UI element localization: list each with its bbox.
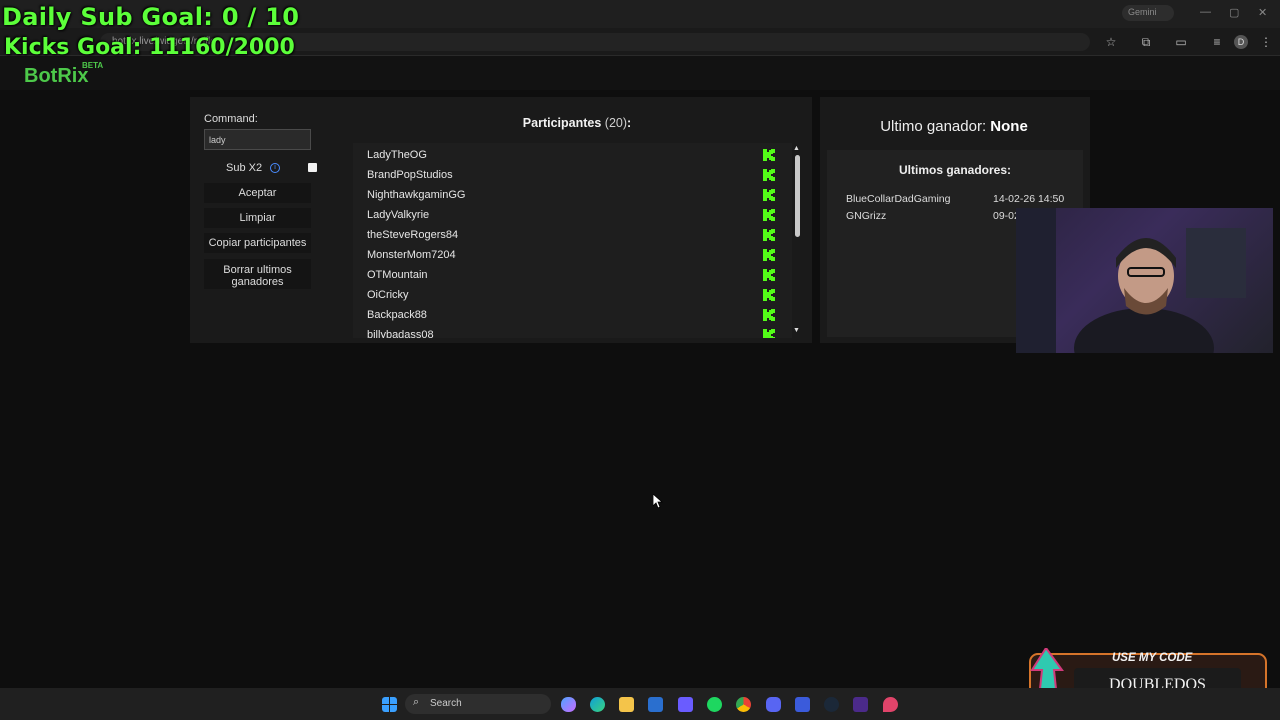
copilot-icon[interactable]	[561, 697, 576, 712]
maximize-icon[interactable]: ▢	[1229, 6, 1239, 19]
promo-label: USE MY CODE	[1112, 652, 1193, 664]
more-vert-icon[interactable]: ⋮	[1259, 35, 1273, 49]
participant-name: NighthawkgaminGG	[367, 189, 466, 201]
participant-name: billybadass08	[367, 329, 434, 338]
winner-date: 14-02-26 14:50	[993, 193, 1065, 205]
sub-x2-checkbox[interactable]	[308, 163, 317, 172]
participant-name: LadyValkyrie	[367, 209, 430, 221]
beta-badge: BETA	[82, 61, 104, 70]
accept-button[interactable]: Aceptar	[204, 183, 311, 203]
chrome-icon[interactable]	[736, 697, 751, 712]
participants-title-colon: :	[627, 116, 632, 130]
menu-lines-icon[interactable]: ≡	[1210, 35, 1224, 49]
taskbar-search[interactable]: Search	[405, 694, 551, 714]
participant-row[interactable]: Backpack88	[353, 305, 792, 325]
sub-x2-label: Sub X2	[226, 162, 263, 174]
participant-row[interactable]: theSteveRogers84	[353, 225, 792, 245]
last-winner-value: None	[990, 118, 1028, 135]
participants-list[interactable]: LadyTheOG BrandPopStudios NighthawkgaminGG…	[353, 143, 792, 338]
participant-row[interactable]: OiCricky	[353, 285, 792, 305]
participant-name: BrandPopStudios	[367, 169, 453, 181]
participants-title-label: Participantes	[522, 116, 602, 130]
app-icon[interactable]	[795, 697, 810, 712]
participant-name: MonsterMom7204	[367, 249, 456, 261]
scroll-down-icon[interactable]: ▼	[793, 327, 800, 334]
discord-icon[interactable]	[766, 697, 781, 712]
copy-participants-button[interactable]: Copiar participantes	[204, 233, 311, 253]
kick-icon	[763, 249, 775, 261]
participant-name: LadyTheOG	[367, 149, 427, 161]
kick-icon	[763, 269, 775, 281]
botrix-logo[interactable]: BotRix	[24, 65, 88, 88]
clear-button[interactable]: Limpiar	[204, 208, 311, 228]
list-scrollbar-thumb[interactable]	[795, 155, 800, 237]
delete-last-winners-button[interactable]: Borrar ultimos ganadores	[204, 259, 311, 289]
cast-icon[interactable]: ▭	[1174, 35, 1188, 49]
kicks-goal: Kicks Goal: 11160/2000	[4, 35, 295, 60]
app-header	[0, 56, 1280, 90]
recent-winners-title: Ultimos ganadores:	[898, 163, 1012, 177]
gemini-chip[interactable]: Gemini	[1122, 5, 1174, 21]
bookmark-star-icon[interactable]: ☆	[1104, 35, 1118, 49]
participant-row[interactable]: billybadass08	[353, 325, 792, 338]
daily-sub-goal: Daily Sub Goal: 0 / 10	[2, 3, 300, 31]
participant-name: theSteveRogers84	[367, 229, 459, 241]
steam-icon[interactable]	[824, 697, 839, 712]
kick-icon	[763, 229, 775, 241]
windows-start-icon[interactable]	[382, 697, 397, 712]
kick-icon	[763, 209, 775, 221]
mouse-cursor-icon	[653, 494, 663, 508]
participants-count: (20)	[604, 116, 628, 130]
screen: Gemini — ▢ ✕ botrix.live/widgets/raffle …	[0, 0, 1280, 720]
participant-row[interactable]: BrandPopStudios	[353, 165, 792, 185]
participant-name: OTMountain	[367, 269, 428, 281]
webcam-overlay	[1016, 208, 1273, 353]
winner-name: BlueCollarDadGaming	[846, 193, 951, 205]
kick-icon	[763, 329, 775, 338]
command-label: Command:	[204, 113, 258, 125]
extensions-icon[interactable]: ⧉	[1139, 35, 1153, 49]
kick-icon	[763, 169, 775, 181]
kick-icon	[763, 149, 775, 161]
app-grid-icon[interactable]	[678, 697, 693, 712]
profile-avatar[interactable]: D	[1234, 35, 1248, 49]
participant-row[interactable]: LadyValkyrie	[353, 205, 792, 225]
kick-icon	[763, 189, 775, 201]
file-explorer-icon[interactable]	[619, 697, 634, 712]
participant-row[interactable]: LadyTheOG	[353, 145, 792, 165]
kick-icon	[763, 309, 775, 321]
minimize-icon[interactable]: —	[1200, 6, 1211, 18]
last-winner-label: Ultimo ganador:	[880, 118, 987, 135]
participant-name: Backpack88	[367, 309, 427, 321]
store-icon[interactable]	[648, 697, 663, 712]
webcam-person-image	[1016, 208, 1246, 353]
participants-title: Participantes (20):	[352, 116, 802, 130]
participant-name: OiCricky	[367, 289, 409, 301]
windows-taskbar	[0, 688, 1280, 720]
scroll-up-icon[interactable]: ▲	[793, 145, 800, 152]
winner-name: GNGrizz	[846, 210, 887, 222]
participant-row[interactable]: MonsterMom7204	[353, 245, 792, 265]
info-icon[interactable]: i	[270, 163, 280, 173]
last-winner: Ultimo ganador: None	[820, 118, 1088, 135]
spotify-icon[interactable]	[707, 697, 722, 712]
participant-row[interactable]: NighthawkgaminGG	[353, 185, 792, 205]
participant-row[interactable]: OTMountain	[353, 265, 792, 285]
search-icon: ⌕	[413, 696, 420, 708]
nzxt-icon[interactable]	[853, 697, 868, 712]
edge-icon[interactable]	[590, 697, 605, 712]
kick-icon	[763, 289, 775, 301]
command-input[interactable]	[204, 129, 311, 150]
pin-app-icon[interactable]	[883, 697, 898, 712]
close-icon[interactable]: ✕	[1258, 6, 1267, 19]
